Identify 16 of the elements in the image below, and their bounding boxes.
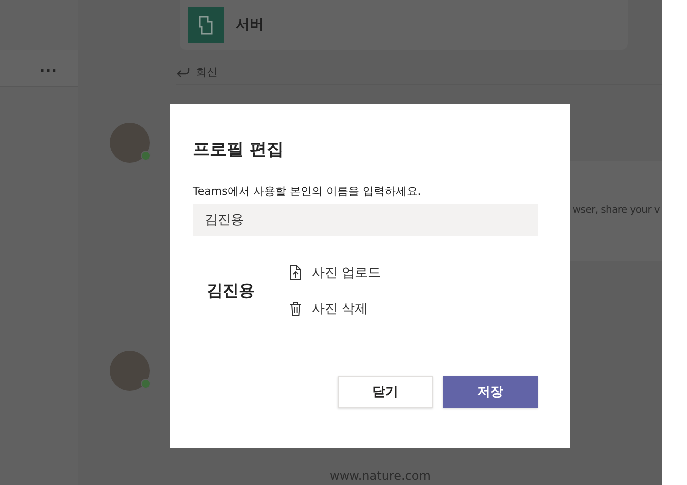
photo-action[interactable]: 사진 삭제 bbox=[290, 300, 382, 318]
close-button[interactable]: 닫기 bbox=[338, 376, 433, 408]
status-dot bbox=[141, 151, 151, 161]
save-button[interactable]: 저장 bbox=[443, 376, 538, 408]
card-title: 서버 bbox=[236, 16, 264, 34]
display-name: 김진용 bbox=[206, 280, 256, 302]
trash-icon bbox=[290, 301, 302, 317]
status-dot bbox=[141, 379, 151, 389]
name-field[interactable]: 김진용 bbox=[193, 204, 538, 236]
reply-icon bbox=[176, 67, 190, 77]
app-tile-icon bbox=[188, 7, 224, 43]
dialog-title: 프로필 편집 bbox=[193, 139, 285, 161]
field-label: Teams에서 사용할 본인의 이름을 입력하세요. bbox=[193, 184, 422, 199]
message-text: wser, share your v bbox=[572, 205, 660, 216]
file-upload-icon bbox=[290, 265, 302, 281]
photo-action[interactable]: 사진 업로드 bbox=[290, 264, 382, 282]
